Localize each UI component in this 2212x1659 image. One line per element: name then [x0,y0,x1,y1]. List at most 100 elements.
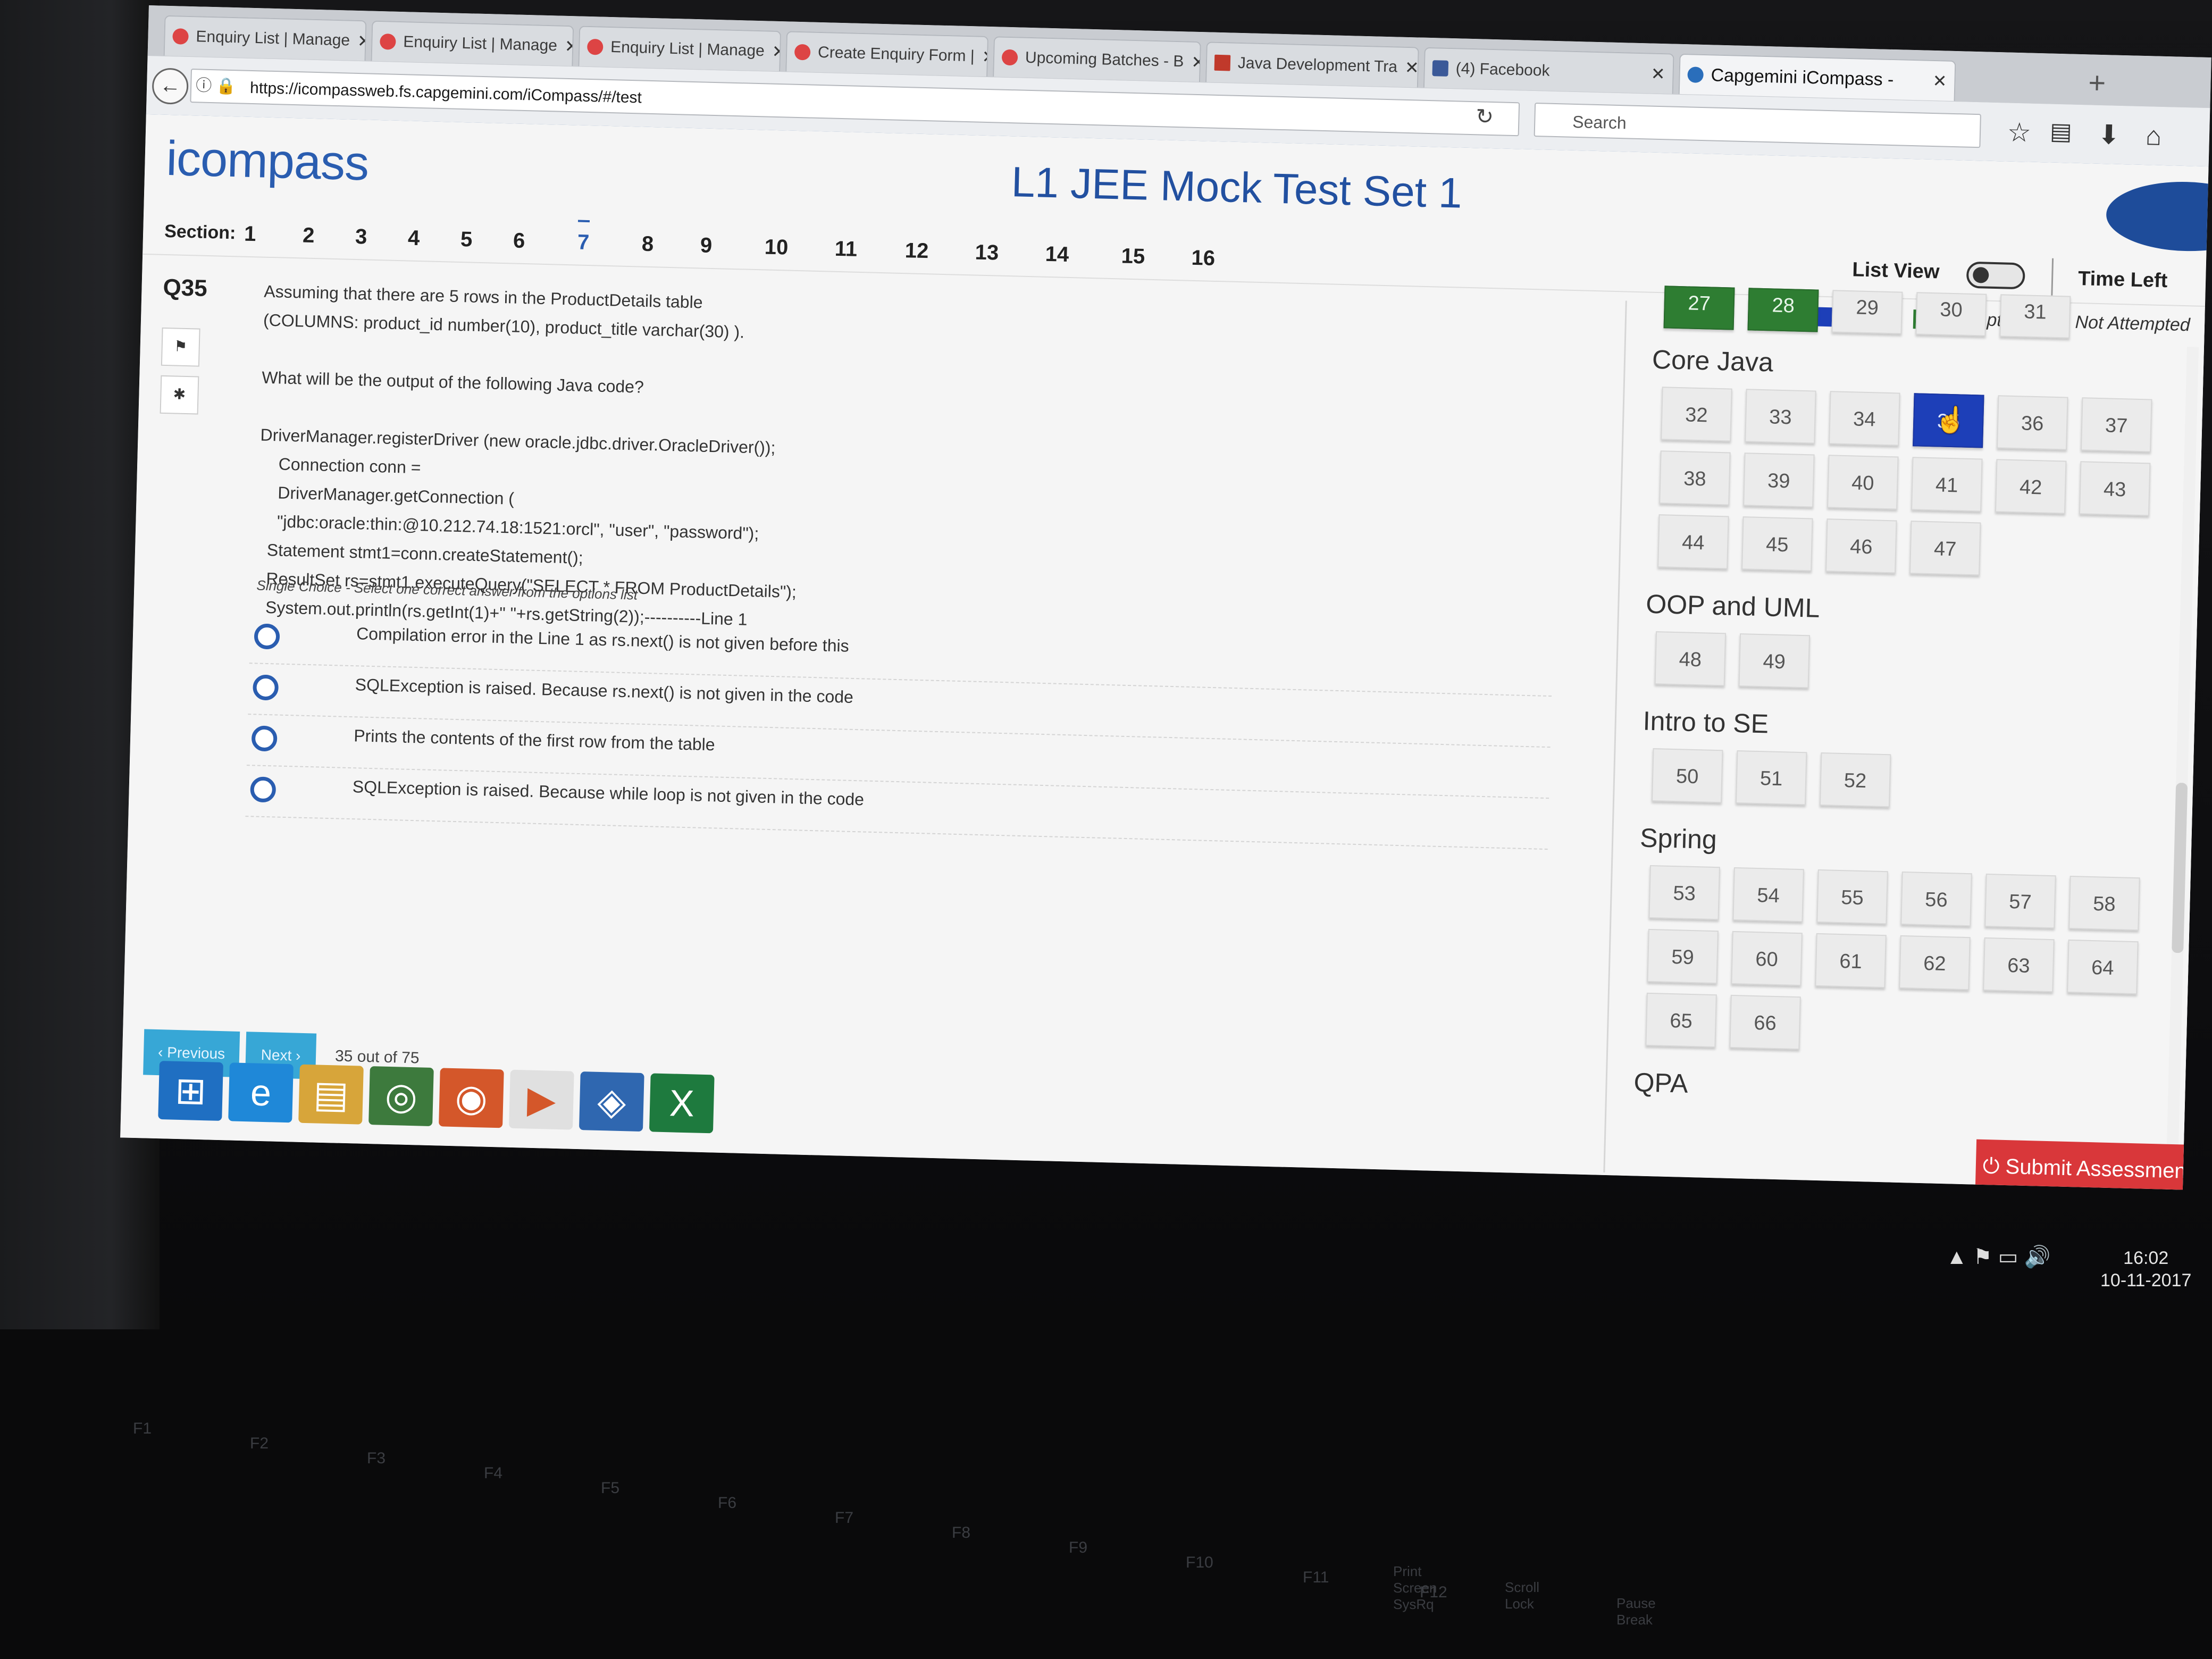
browser-tab[interactable]: Capgemini iCompass - ✕ [1678,53,1956,102]
taskbar-clock[interactable]: 16:02 10-11-2017 [2100,1247,2191,1292]
close-tab-icon[interactable]: ✕ [974,46,988,67]
tab-section-8[interactable]: 8 [641,232,653,257]
tab-section-14[interactable]: 14 [1045,242,1069,267]
question-button[interactable]: 41 [1911,457,1983,512]
browser-tab[interactable]: Enquiry List | Manage ✕ [371,20,574,66]
network-app-icon[interactable]: ◈ [579,1071,644,1132]
firefox-icon[interactable]: ◉ [439,1068,504,1128]
bug-report-icon[interactable]: ✱ [160,375,199,415]
media-player-icon[interactable]: ▶ [509,1069,574,1130]
close-tab-icon[interactable]: ✕ [1643,63,1665,84]
tab-section-3[interactable]: 3 [355,225,367,249]
tab-section-4[interactable]: 4 [408,226,420,250]
question-button[interactable]: 44 [1657,514,1729,569]
close-tab-icon[interactable]: ✕ [1184,52,1201,72]
palette-scrollbar[interactable] [2165,347,2199,1190]
close-tab-icon[interactable]: ✕ [350,31,367,52]
question-button[interactable]: 30 [1915,292,1987,337]
new-tab-button[interactable]: + [2088,65,2106,100]
radio-button[interactable] [250,776,276,803]
question-button[interactable]: 46 [1825,518,1897,574]
question-button[interactable]: 47 [1909,521,1981,576]
flag-icon[interactable]: ⚑ [161,327,200,367]
close-tab-icon[interactable]: ✕ [764,41,781,62]
windows-start-icon[interactable]: ⊞ [158,1061,223,1121]
tab-section-12[interactable]: 12 [904,239,929,263]
question-button[interactable]: 39 [1743,453,1815,508]
palette-scroll-thumb[interactable] [2172,782,2188,953]
list-view-toggle[interactable] [1966,261,2025,290]
tab-section-16[interactable]: 16 [1191,246,1216,271]
browser-tab[interactable]: Create Enquiry Form | ✕ [785,31,989,77]
question-button[interactable]: 29 [1831,290,1903,334]
browser-tab[interactable]: Upcoming Batches - B ✕ [993,36,1201,82]
question-button[interactable]: 27 [1663,286,1735,330]
radio-button[interactable] [253,674,279,701]
question-button[interactable]: 66 [1729,994,1801,1050]
question-button[interactable]: 37 [2080,397,2152,453]
question-button[interactable]: 31 [1999,294,2071,339]
tab-section-7[interactable]: 7 [577,220,590,255]
question-button[interactable]: 63 [1983,937,2055,993]
browser-tab[interactable]: Enquiry List | Manage ✕ [578,26,782,72]
keyboard-key: F11 [1303,1569,1329,1586]
question-button[interactable]: 36 [1997,395,2068,450]
question-button[interactable]: 61 [1815,933,1887,988]
tab-section-1[interactable]: 1 [244,222,256,247]
question-button[interactable]: 52 [1819,752,1891,808]
question-button[interactable]: 33 [1745,389,1816,444]
question-button[interactable]: 38 [1659,450,1731,506]
close-tab-icon[interactable]: ✕ [1925,71,1947,91]
question-button[interactable]: 64 [2067,939,2139,995]
question-button[interactable]: 28 [1747,288,1819,332]
chrome-icon[interactable]: ◎ [368,1066,434,1127]
question-button[interactable]: 48 [1654,631,1727,686]
question-button[interactable]: 50 [1652,748,1723,803]
radio-button[interactable] [251,725,278,752]
home-icon[interactable]: ⌂ [2145,120,2162,152]
close-tab-icon[interactable]: ✕ [1397,57,1419,78]
download-icon[interactable]: ⬇ [2097,119,2120,150]
tab-section-5[interactable]: 5 [460,228,472,252]
question-button[interactable]: 60 [1731,931,1803,986]
question-button[interactable]: 57 [1984,873,2056,929]
question-button[interactable]: 56 [1900,871,1972,927]
question-button[interactable]: 59 [1647,928,1719,984]
question-button[interactable]: 45 [1741,516,1813,572]
tab-section-6[interactable]: 6 [513,229,525,253]
question-button[interactable]: 58 [2068,875,2140,931]
system-tray[interactable]: ▲ ⚑ ▭ 🔊 [1946,1244,2050,1269]
tab-section-9[interactable]: 9 [700,233,712,258]
question-button[interactable]: 43 [2079,461,2151,516]
file-explorer-icon[interactable]: ▤ [298,1064,364,1125]
question-button[interactable]: 40 [1827,455,1899,510]
tab-section-11[interactable]: 11 [834,237,857,262]
tab-section-15[interactable]: 15 [1121,244,1145,269]
question-button[interactable]: 65 [1645,992,1717,1048]
excel-icon[interactable]: X [649,1073,715,1134]
tab-section-10[interactable]: 10 [764,235,789,259]
reload-icon[interactable]: ↻ [1476,104,1494,129]
tab-section-2[interactable]: 2 [303,223,315,248]
question-button[interactable]: 55 [1816,869,1888,925]
bookmark-star-icon[interactable]: ☆ [2007,117,2031,148]
question-button[interactable]: 62 [1899,935,1971,991]
back-button[interactable]: ← [152,68,189,105]
question-button[interactable]: 42 [1995,459,2067,514]
browser-tab[interactable]: (4) Facebook ✕ [1423,47,1674,94]
internet-explorer-icon[interactable]: e [228,1062,294,1123]
question-button[interactable]: 53 [1648,865,1720,920]
reading-list-icon[interactable]: ▤ [2050,118,2073,146]
question-button[interactable]: 51 [1735,750,1807,806]
question-button[interactable]: 54 [1732,867,1804,923]
question-button[interactable]: 49 [1738,633,1811,689]
radio-button[interactable] [254,623,280,650]
browser-tab[interactable]: Enquiry List | Manage ✕ [163,15,367,61]
tab-section-13[interactable]: 13 [975,240,999,265]
search-input[interactable]: Search [1534,103,1981,148]
site-info-icon[interactable]: ⓘ 🔒 [195,69,237,104]
close-tab-icon[interactable]: ✕ [557,36,574,56]
browser-tab[interactable]: Java Development Tra ✕ [1205,41,1419,88]
question-button[interactable]: 34 [1829,391,1900,446]
question-button[interactable]: 32 [1661,387,1732,442]
